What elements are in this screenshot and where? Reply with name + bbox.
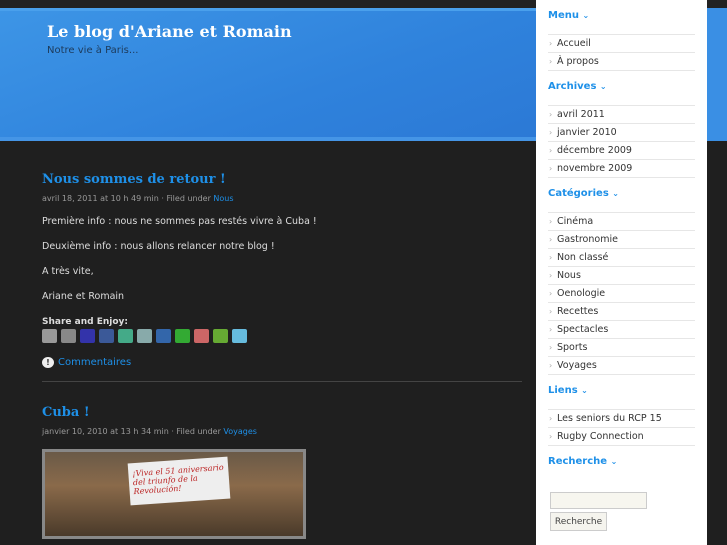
search-input[interactable]	[550, 492, 647, 509]
site-title[interactable]: Le blog d'Ariane et Romain	[47, 22, 292, 41]
post-meta: janvier 10, 2010 at 13 h 34 min · Filed …	[42, 427, 522, 436]
sidebar-link[interactable]: Spectacles	[548, 321, 695, 339]
post-paragraph: Deuxième info : nous allons relancer not…	[42, 241, 275, 252]
chevron-down-icon[interactable]: ⌄	[581, 386, 588, 395]
sidebar-link[interactable]: Recettes	[548, 303, 695, 321]
print-icon[interactable]	[42, 329, 57, 343]
post-meta: avril 18, 2011 at 10 h 49 min · Filed un…	[42, 194, 522, 203]
site-tagline: Notre vie à Paris...	[47, 45, 139, 56]
sidebar-link[interactable]: Voyages	[548, 357, 695, 375]
share-icons	[42, 329, 522, 343]
post-paragraph: Ariane et Romain	[42, 291, 125, 302]
links-list: Les seniors du RCP 15Rugby Connection	[548, 409, 695, 446]
main-content: Nous sommes de retour ! avril 18, 2011 a…	[42, 172, 522, 539]
delicious-icon[interactable]	[80, 329, 95, 343]
search-button[interactable]: Recherche	[550, 512, 607, 531]
widget-title-categories: Catégories ⌄	[548, 188, 695, 204]
sidebar-link[interactable]: Les seniors du RCP 15	[548, 410, 695, 428]
sidebar-link[interactable]: décembre 2009	[548, 142, 695, 160]
image-banner-text: ¡Viva el 51 aniversario del triunfo de l…	[127, 456, 231, 506]
sidebar-link[interactable]: Gastronomie	[548, 231, 695, 249]
sidebar-link[interactable]: Rugby Connection	[548, 428, 695, 446]
widget-title: Archives	[548, 81, 597, 92]
comments-label[interactable]: Commentaires	[58, 357, 131, 368]
email-icon[interactable]	[137, 329, 152, 343]
post: Cuba ! janvier 10, 2010 at 13 h 34 min ·…	[42, 405, 522, 539]
sidebar-link[interactable]: Sports	[548, 339, 695, 357]
chevron-down-icon[interactable]: ⌄	[582, 11, 589, 20]
widget-title-search: Recherche ⌄	[548, 456, 695, 472]
post-image[interactable]: ¡Viva el 51 aniversario del triunfo de l…	[42, 449, 306, 539]
facebook-icon[interactable]	[99, 329, 114, 343]
chevron-down-icon[interactable]: ⌄	[611, 457, 618, 466]
menu-list: AccueilÀ propos	[548, 34, 695, 71]
sms-icon[interactable]	[213, 329, 228, 343]
archives-list: avril 2011janvier 2010décembre 2009novem…	[548, 105, 695, 178]
category-link[interactable]: Voyages	[223, 427, 257, 436]
comments-link[interactable]: ! Commentaires	[42, 357, 522, 368]
sidebar-link[interactable]: avril 2011	[548, 106, 695, 124]
post-title[interactable]: Cuba !	[42, 405, 522, 420]
sidebar-link[interactable]: À propos	[548, 53, 695, 71]
comment-bubble-icon: !	[42, 357, 54, 368]
sidebar-link[interactable]: Oenologie	[548, 285, 695, 303]
sidebar-link[interactable]: novembre 2009	[548, 160, 695, 178]
sidebar-link[interactable]: janvier 2010	[548, 124, 695, 142]
add-icon[interactable]	[175, 329, 190, 343]
category-link[interactable]: Nous	[213, 194, 233, 203]
chevron-down-icon[interactable]: ⌄	[600, 82, 607, 91]
widget-title: Catégories	[548, 188, 609, 199]
categories-list: CinémaGastronomieNon classéNousOenologie…	[548, 212, 695, 375]
sidebar: Menu ⌄ AccueilÀ propos Archives ⌄ avril …	[536, 0, 707, 545]
sidebar-link[interactable]: Cinéma	[548, 213, 695, 231]
widget-title-menu: Menu ⌄	[548, 10, 695, 26]
post-title[interactable]: Nous sommes de retour !	[42, 172, 522, 187]
post-separator	[42, 381, 522, 382]
post-paragraph: Première info : nous ne sommes pas resté…	[42, 216, 317, 227]
pdf-icon[interactable]	[194, 329, 209, 343]
myspace-icon[interactable]	[156, 329, 171, 343]
widget-title: Menu	[548, 10, 579, 21]
widget-title: Recherche	[548, 456, 608, 467]
widget-title-archives: Archives ⌄	[548, 81, 695, 97]
widget-title-links: Liens ⌄	[548, 385, 695, 401]
share-label: Share and Enjoy:	[42, 317, 128, 327]
right-background	[707, 0, 727, 545]
chevron-down-icon[interactable]: ⌄	[612, 189, 619, 198]
digg-icon[interactable]	[61, 329, 76, 343]
post-paragraph: A très vite,	[42, 266, 94, 277]
sidebar-link[interactable]: Accueil	[548, 35, 695, 53]
widget-title: Liens	[548, 385, 578, 396]
twitter-icon[interactable]	[232, 329, 247, 343]
post-date: avril 18, 2011 at 10 h 49 min · Filed un…	[42, 194, 214, 203]
post-date: janvier 10, 2010 at 13 h 34 min · Filed …	[42, 427, 224, 436]
post: Nous sommes de retour ! avril 18, 2011 a…	[42, 172, 522, 382]
google-icon[interactable]	[118, 329, 133, 343]
sidebar-link[interactable]: Non classé	[548, 249, 695, 267]
sidebar-link[interactable]: Nous	[548, 267, 695, 285]
